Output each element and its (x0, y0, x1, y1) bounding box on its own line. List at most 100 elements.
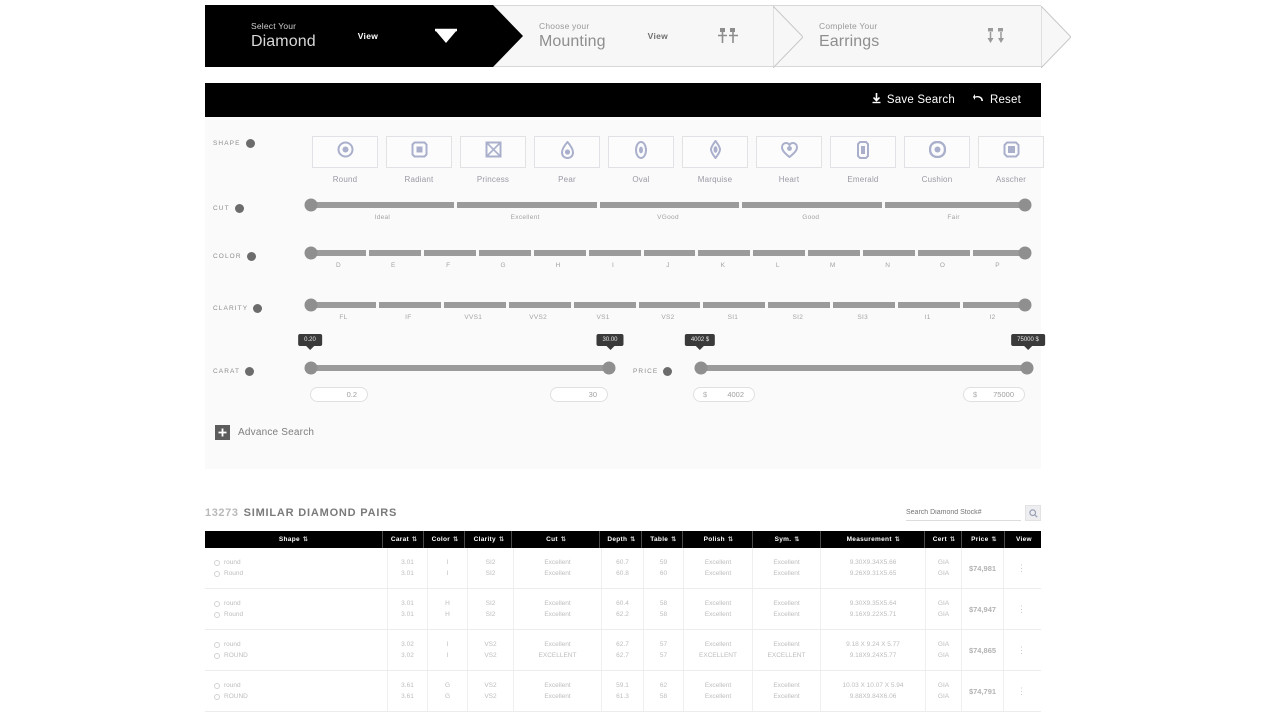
price-min-input[interactable]: $ 4002 (693, 387, 755, 402)
shape-princess-box[interactable] (460, 136, 526, 168)
column-header-carat[interactable]: Carat ⇅ (385, 531, 425, 548)
cut-slider-track[interactable] (304, 198, 1032, 212)
shape-radiant-box[interactable] (386, 136, 452, 168)
carat-slider-track[interactable] (304, 361, 616, 375)
column-header-sym[interactable]: Sym. ⇅ (754, 531, 821, 548)
kebab-menu-icon[interactable]: ⋮ (1017, 604, 1026, 614)
column-header-clarity[interactable]: Clarity ⇅ (467, 531, 512, 548)
sort-icon[interactable]: ⇅ (671, 536, 676, 543)
help-icon-clarity[interactable] (253, 304, 263, 313)
breadcrumb-step-diamond-view[interactable]: View (358, 31, 378, 41)
breadcrumb-step-mounting-view[interactable]: View (648, 31, 668, 41)
select-radio-2[interactable] (214, 570, 220, 577)
shape-option-asscher[interactable]: Asscher (978, 136, 1044, 184)
shape-option-marquise[interactable]: Marquise (682, 136, 748, 184)
table-row[interactable]: round Round 3.01 3.01 H H SI2 SI2 Excellent Excel… (205, 589, 1041, 630)
sort-icon[interactable]: ⇅ (630, 536, 635, 543)
price-max-input[interactable]: $ 75000 (963, 387, 1025, 402)
sort-icon[interactable]: ⇅ (950, 536, 955, 543)
column-header-polish[interactable]: Polish ⇅ (685, 531, 753, 548)
column-header-color[interactable]: Color ⇅ (426, 531, 466, 548)
cut-slider[interactable]: Ideal Excellent VGood Good Fair (303, 198, 1033, 228)
breadcrumb-step-mounting[interactable]: Choose your Mounting View (493, 5, 803, 68)
sort-icon[interactable]: ⇅ (412, 536, 417, 543)
clarity-slider-knob-min[interactable] (304, 298, 318, 312)
reset-button[interactable]: Reset (972, 93, 1021, 107)
sort-icon[interactable]: ⇅ (561, 536, 566, 543)
column-header-shape[interactable]: Shape ⇅ (205, 531, 384, 548)
select-radio-1[interactable] (214, 559, 220, 566)
shape-option-round[interactable]: Round (312, 136, 378, 184)
color-slider[interactable]: D E F G H I J K L M N O P (303, 246, 1033, 276)
sort-icon[interactable]: ⇅ (992, 536, 997, 543)
shape-oval-box[interactable] (608, 136, 674, 168)
column-header-table[interactable]: Table ⇅ (644, 531, 684, 548)
table-row[interactable]: round ROUND 3.61 3.61 G G VS2 VS2 Excellent Excel… (205, 671, 1041, 712)
shape-option-heart[interactable]: Heart (756, 136, 822, 184)
help-icon-cut[interactable] (234, 204, 244, 213)
kebab-menu-icon[interactable]: ⋮ (1017, 563, 1026, 573)
carat-slider-knob-min[interactable] (304, 361, 318, 375)
select-radio-2[interactable] (214, 693, 220, 700)
price-slider-track[interactable] (694, 361, 1034, 375)
column-header-cert[interactable]: Cert ⇅ (926, 531, 963, 548)
breadcrumb-step-earrings[interactable]: Complete Your Earrings (773, 5, 1071, 68)
carat-slider[interactable] (303, 361, 617, 375)
carat-max-input[interactable]: 30 (550, 387, 608, 402)
shape-asscher-box[interactable] (978, 136, 1044, 168)
sort-icon[interactable]: ⇅ (453, 536, 458, 543)
help-icon-shape[interactable] (245, 139, 255, 148)
shape-option-oval[interactable]: Oval (608, 136, 674, 184)
search-input[interactable] (906, 505, 1021, 521)
search-icon[interactable] (1025, 505, 1041, 521)
advance-search-toggle[interactable]: Advance Search (215, 425, 314, 440)
column-header-depth[interactable]: Depth ⇅ (601, 531, 643, 548)
cut-slider-knob-max[interactable] (1018, 198, 1032, 212)
select-radio-1[interactable] (214, 600, 220, 607)
shape-heart-box[interactable] (756, 136, 822, 168)
table-row[interactable]: round ROUND 3.02 3.02 I I VS2 VS2 Excellent EXCEL… (205, 630, 1041, 671)
price-slider-knob-min[interactable] (694, 361, 708, 375)
shape-cushion-box[interactable] (904, 136, 970, 168)
shape-option-radiant[interactable]: Radiant (386, 136, 452, 184)
shape-marquise-box[interactable] (682, 136, 748, 168)
kebab-menu-icon[interactable]: ⋮ (1017, 645, 1026, 655)
color-slider-track[interactable] (304, 246, 1032, 260)
carat-min-input[interactable]: 0.2 (310, 387, 368, 402)
sort-icon[interactable]: ⇅ (303, 536, 308, 543)
clarity-slider-track[interactable] (304, 298, 1032, 312)
shape-pear-box[interactable] (534, 136, 600, 168)
shape-option-princess[interactable]: Princess (460, 136, 526, 184)
column-header-measurement[interactable]: Measurement ⇅ (822, 531, 925, 548)
clarity-slider-knob-max[interactable] (1018, 298, 1032, 312)
shape-round-box[interactable] (312, 136, 378, 168)
table-row[interactable]: round Round 3.01 3.01 I I SI2 SI2 Excellent Excel… (205, 548, 1041, 589)
sort-icon[interactable]: ⇅ (895, 536, 900, 543)
clarity-slider[interactable]: FL IF VVS1 VVS2 VS1 VS2 SI1 SI2 SI3 I1 I2 (303, 298, 1033, 328)
breadcrumb-step-diamond[interactable]: Select Your Diamond View (205, 5, 523, 67)
select-radio-2[interactable] (214, 652, 220, 659)
price-slider-knob-max[interactable] (1020, 361, 1034, 375)
shape-option-pear[interactable]: Pear (534, 136, 600, 184)
kebab-menu-icon[interactable]: ⋮ (1017, 686, 1026, 696)
column-header-price[interactable]: Price ⇅ (964, 531, 1005, 548)
help-icon-carat[interactable] (245, 367, 255, 376)
select-radio-1[interactable] (214, 682, 220, 689)
save-search-button[interactable]: Save Search (872, 93, 955, 107)
shape-emerald-box[interactable] (830, 136, 896, 168)
color-slider-knob-min[interactable] (304, 246, 318, 260)
column-header-cut[interactable]: Cut ⇅ (513, 531, 600, 548)
carat-slider-knob-max[interactable] (602, 361, 616, 375)
price-slider[interactable] (693, 361, 1035, 375)
shape-option-cushion[interactable]: Cushion (904, 136, 970, 184)
sort-icon[interactable]: ⇅ (728, 536, 733, 543)
cut-slider-knob-min[interactable] (304, 198, 318, 212)
help-icon-color[interactable] (246, 252, 256, 261)
sort-icon[interactable]: ⇅ (499, 536, 504, 543)
select-radio-2[interactable] (214, 611, 220, 618)
select-radio-1[interactable] (214, 641, 220, 648)
color-slider-knob-max[interactable] (1018, 246, 1032, 260)
sort-icon[interactable]: ⇅ (794, 536, 799, 543)
shape-option-emerald[interactable]: Emerald (830, 136, 896, 184)
help-icon-price[interactable] (663, 367, 673, 376)
